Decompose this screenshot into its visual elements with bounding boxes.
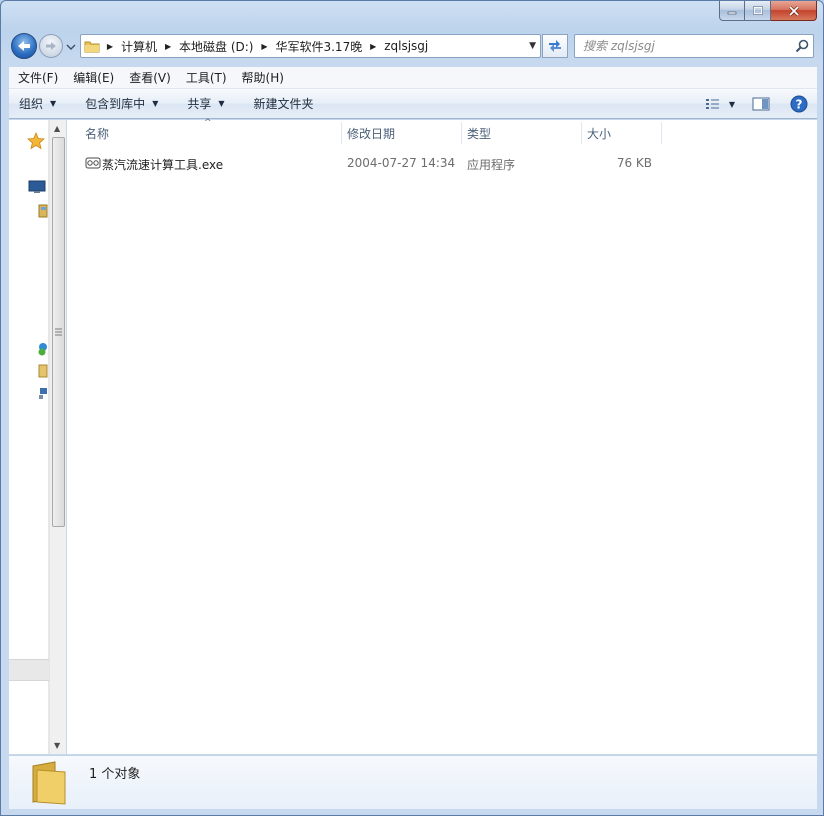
folder-icon: [29, 760, 69, 809]
forward-button[interactable]: [39, 34, 63, 58]
details-pane: 1 个对象: [9, 755, 817, 809]
file-row[interactable]: 蒸汽流速计算工具.exe 2004-07-27 14:34 应用程序 76 KB: [81, 153, 661, 173]
share-button[interactable]: 共享 ▼: [167, 89, 233, 118]
menu-edit[interactable]: 编辑(E): [64, 69, 120, 86]
help-icon: ?: [790, 95, 808, 113]
nav-selected-item[interactable]: [9, 659, 49, 681]
breadcrumb-computer[interactable]: 计算机: [117, 38, 161, 55]
forward-arrow-icon: [46, 42, 56, 50]
file-list-pane: ^ 名称 修改日期 类型 大小 蒸汽流速计算工具.exe 2004-07-27 …: [67, 118, 817, 754]
refresh-icon: [549, 40, 561, 52]
file-name: 蒸汽流速计算工具.exe: [102, 158, 224, 172]
back-button[interactable]: [11, 33, 37, 59]
breadcrumb-separator[interactable]: ▶: [103, 42, 117, 51]
navigation-row: ▶ 计算机 ▶ 本地磁盘 (D:) ▶ 华军软件3.17晚 ▶ zqlsjsgj…: [1, 29, 823, 65]
minimize-button[interactable]: [719, 1, 745, 21]
maximize-button[interactable]: [745, 1, 771, 21]
breadcrumb-local-disk[interactable]: 本地磁盘 (D:): [175, 38, 257, 55]
preview-pane-icon: [752, 97, 770, 111]
explorer-window: ▶ 计算机 ▶ 本地磁盘 (D:) ▶ 华军软件3.17晚 ▶ zqlsjsgj…: [0, 0, 824, 816]
libraries-icon[interactable]: [38, 204, 48, 218]
help-button[interactable]: ?: [781, 89, 817, 119]
menu-bar: 文件(F) 编辑(E) 查看(V) 工具(T) 帮助(H): [9, 67, 817, 89]
menu-file[interactable]: 文件(F): [9, 69, 64, 86]
maximize-icon: [752, 5, 763, 15]
new-folder-button[interactable]: 新建文件夹: [234, 89, 323, 118]
organize-button[interactable]: 组织 ▼: [9, 89, 65, 118]
file-type: 应用程序: [467, 158, 516, 172]
organize-label: 组织: [19, 97, 44, 111]
search-input[interactable]: [583, 38, 783, 54]
address-bar[interactable]: ▶ 计算机 ▶ 本地磁盘 (D:) ▶ 华军软件3.17晚 ▶ zqlsjsgj…: [80, 34, 541, 58]
include-in-library-button[interactable]: 包含到库中 ▼: [65, 89, 167, 118]
grip-icon: [55, 328, 62, 336]
column-header-date-label: 修改日期: [347, 126, 396, 141]
address-dropdown-icon[interactable]: ▼: [529, 41, 536, 51]
search-icon[interactable]: [795, 39, 809, 56]
scroll-down-icon[interactable]: ▼: [54, 741, 60, 750]
view-options-button[interactable]: ▼: [699, 89, 741, 119]
navigation-scrollbar[interactable]: ▲ ▼: [49, 120, 66, 754]
minimize-icon: [727, 11, 737, 14]
column-header-date[interactable]: 修改日期: [335, 120, 461, 146]
breadcrumb-separator[interactable]: ▶: [257, 42, 271, 51]
close-button[interactable]: [771, 1, 817, 21]
scroll-up-icon[interactable]: ▲: [54, 124, 60, 133]
column-header-type-label: 类型: [467, 126, 492, 141]
include-in-library-label: 包含到库中: [85, 97, 146, 111]
new-folder-label: 新建文件夹: [253, 97, 314, 111]
desktop-icon[interactable]: [28, 180, 46, 194]
chevron-down-icon: ▼: [728, 99, 736, 109]
application-exe-icon: [85, 156, 101, 173]
chevron-down-icon: [66, 44, 76, 50]
view-controls: ▼ ?: [699, 89, 817, 119]
close-icon: [788, 5, 799, 16]
chevron-down-icon: ▼: [218, 99, 225, 108]
column-header-name[interactable]: 名称: [73, 120, 341, 146]
view-options-icon: [705, 99, 719, 109]
back-arrow-icon: [18, 41, 30, 51]
breadcrumb-current-folder[interactable]: zqlsjsgj: [380, 39, 432, 53]
menu-view[interactable]: 查看(V): [120, 69, 177, 86]
favorites-star-icon[interactable]: [27, 132, 45, 150]
menu-help[interactable]: 帮助(H): [233, 69, 290, 86]
caption-buttons: [719, 1, 817, 21]
share-label: 共享: [187, 97, 212, 111]
column-header-type[interactable]: 类型: [455, 120, 581, 146]
homegroup-icon[interactable]: [38, 342, 48, 356]
chevron-down-icon: ▼: [50, 99, 57, 108]
svg-text:?: ?: [796, 98, 803, 112]
column-header-size-label: 大小: [587, 126, 612, 141]
folder-icon: [81, 35, 103, 57]
breadcrumb-separator[interactable]: ▶: [366, 42, 380, 51]
refresh-button[interactable]: [542, 34, 568, 58]
menu-tools[interactable]: 工具(T): [177, 69, 233, 86]
column-header-name-label: 名称: [85, 126, 110, 141]
recent-pages-button[interactable]: [65, 41, 77, 53]
preview-pane-button[interactable]: [741, 89, 781, 119]
chevron-down-icon: ▼: [152, 99, 159, 108]
file-size: 76 KB: [616, 156, 652, 170]
column-divider[interactable]: [661, 122, 662, 144]
network-icon[interactable]: [38, 386, 48, 400]
file-date: 2004-07-27 14:34: [347, 156, 456, 170]
computer-icon[interactable]: [38, 364, 48, 378]
search-box[interactable]: [574, 34, 814, 58]
item-count: 1 个对象: [89, 767, 141, 782]
breadcrumb-huajun-folder[interactable]: 华军软件3.17晚: [271, 38, 366, 55]
column-header-size[interactable]: 大小: [575, 120, 661, 146]
command-bar: 组织 ▼ 包含到库中 ▼ 共享 ▼ 新建文件夹 ▼ ?: [9, 89, 817, 119]
breadcrumb-separator[interactable]: ▶: [161, 42, 175, 51]
scrollbar-thumb[interactable]: [52, 137, 65, 527]
